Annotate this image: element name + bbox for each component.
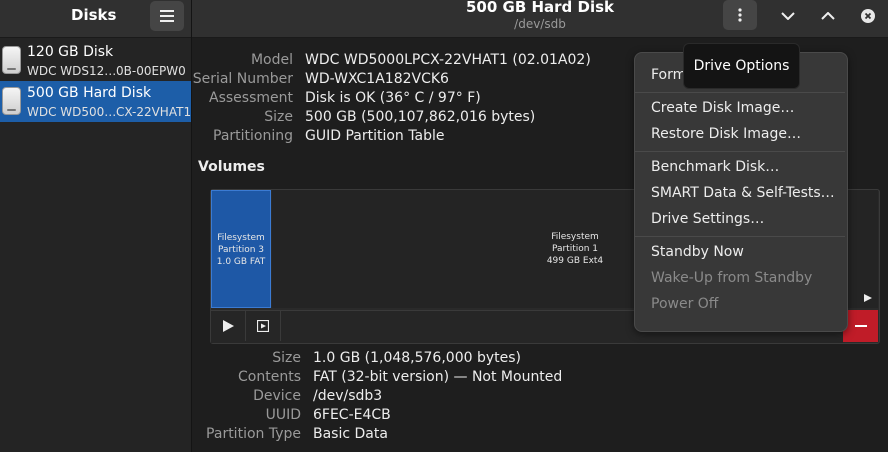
- scroll-right-arrow-icon[interactable]: [863, 293, 873, 303]
- disk-list-item[interactable]: 120 GB Disk WDC WDS12… 0B-00EPW0: [0, 40, 191, 81]
- menu-separator: [635, 92, 845, 93]
- info-label: UUID: [265, 407, 301, 423]
- info-value: WDC WD5000LPCX-22VHAT1 (02.01A02): [305, 52, 591, 68]
- info-value: /dev/sdb3: [313, 388, 383, 404]
- partition-block-selected[interactable]: Filesystem Partition 3 1.0 GB FAT: [211, 190, 271, 308]
- play-icon: [223, 320, 234, 332]
- minimize-button[interactable]: [771, 1, 805, 31]
- partition-size: 1.0 GB FAT: [216, 257, 266, 267]
- info-label: Partition Type: [206, 426, 301, 442]
- close-icon: [861, 9, 875, 23]
- chevron-up-icon: [821, 12, 835, 20]
- disk-list: 120 GB Disk WDC WDS12… 0B-00EPW0 500 GB …: [0, 38, 191, 452]
- partition-type: Filesystem: [217, 233, 265, 243]
- close-button[interactable]: [851, 1, 885, 31]
- menu-separator: [635, 236, 845, 237]
- additional-options-button[interactable]: [246, 311, 281, 341]
- menu-item-create-disk-image[interactable]: Create Disk Image…: [651, 100, 794, 116]
- info-value: GUID Partition Table: [305, 128, 445, 144]
- drive-options-tooltip: Drive Options: [683, 43, 800, 89]
- menu-item-wake-up: Wake-Up from Standby: [651, 270, 813, 286]
- info-value: 500 GB (500,107,862,016 bytes): [305, 109, 536, 125]
- hard-disk-icon: [2, 46, 21, 74]
- info-value: Disk is OK (36° C / 97° F): [305, 90, 481, 106]
- info-label: Device: [253, 388, 301, 404]
- info-label: Partitioning: [213, 128, 293, 144]
- info-label: Serial Number: [192, 71, 293, 87]
- minus-icon: [854, 325, 867, 327]
- menu-item-benchmark-disk[interactable]: Benchmark Disk…: [651, 159, 779, 175]
- vertical-dots-icon: [738, 8, 742, 22]
- info-label: Contents: [238, 369, 301, 385]
- menu-item-restore-disk-image[interactable]: Restore Disk Image…: [651, 126, 801, 142]
- volumes-heading: Volumes: [198, 159, 265, 175]
- disk-list-item-selected[interactable]: 500 GB Hard Disk WDC WD500… CX-22VHAT1: [0, 81, 191, 122]
- info-label: Model: [250, 52, 293, 68]
- pane-divider: [191, 0, 192, 452]
- maximize-button[interactable]: [811, 1, 845, 31]
- settings-gear-icon: [257, 320, 269, 332]
- menu-separator: [635, 151, 845, 152]
- info-label: Size: [264, 109, 293, 125]
- info-value: FAT (32-bit version) — Not Mounted: [313, 369, 563, 385]
- partition-name: Partition 1: [551, 244, 599, 254]
- main-menu-button[interactable]: [150, 1, 184, 31]
- sidebar-header: Disks: [0, 0, 191, 38]
- disk-model: WDC WDS12…: [27, 64, 117, 78]
- hamburger-menu-icon: [160, 10, 174, 22]
- menu-item-power-off: Power Off: [651, 296, 719, 312]
- disk-name: 120 GB Disk: [27, 44, 114, 60]
- partition-size: 499 GB Ext4: [546, 256, 604, 266]
- info-value: Basic Data: [313, 426, 388, 442]
- disk-model: WDC WD500…: [27, 105, 117, 119]
- info-label: Size: [272, 350, 301, 366]
- menu-item-drive-settings[interactable]: Drive Settings…: [651, 211, 764, 227]
- menu-item-smart-data[interactable]: SMART Data & Self-Tests…: [651, 185, 835, 201]
- info-label: Assessment: [209, 90, 293, 106]
- content-header: 500 GB Hard Disk /dev/sdb: [192, 0, 888, 38]
- drive-options-button[interactable]: [723, 0, 757, 30]
- delete-partition-button[interactable]: [843, 310, 878, 342]
- disk-serial: 0B-00EPW0: [116, 64, 186, 78]
- disk-serial: CX-22VHAT1: [116, 105, 192, 119]
- partition-name: Partition 3: [217, 245, 265, 255]
- menu-item-standby-now[interactable]: Standby Now: [651, 244, 744, 260]
- info-value: 6FEC-E4CB: [313, 407, 391, 423]
- partition-type: Filesystem: [551, 232, 599, 242]
- disk-name: 500 GB Hard Disk: [27, 85, 152, 101]
- chevron-down-icon: [781, 12, 795, 20]
- info-value: WD-WXC1A182VCK6: [305, 71, 449, 87]
- mount-button[interactable]: [211, 311, 246, 341]
- hard-disk-icon: [2, 87, 21, 115]
- info-value: 1.0 GB (1,048,576,000 bytes): [313, 350, 521, 366]
- sidebar-title: Disks: [71, 6, 117, 24]
